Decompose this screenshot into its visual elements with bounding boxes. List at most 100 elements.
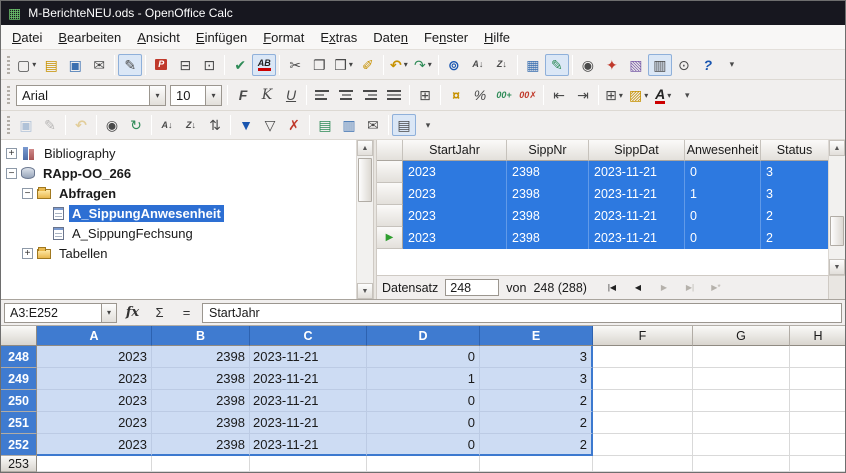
cell[interactable]: 2023-11-21 [250, 434, 367, 456]
grid-cell[interactable]: 0 [685, 227, 761, 249]
menu-bearbeiten[interactable]: Bearbeiten [50, 27, 129, 48]
dropdown-icon[interactable]: ▾ [205, 86, 221, 105]
menu-extras[interactable]: Extras [312, 27, 365, 48]
row-header[interactable]: 249 [1, 368, 37, 390]
cell[interactable]: 2023-11-21 [250, 412, 367, 434]
refresh-button[interactable]: ↻ [124, 114, 148, 136]
name-box[interactable]: A3:E252 ▾ [4, 303, 117, 323]
scrollbar-thumb[interactable] [830, 216, 844, 246]
cell[interactable] [367, 456, 480, 472]
align-left-button[interactable] [310, 84, 334, 106]
sum-button[interactable]: Σ [148, 303, 171, 323]
cell[interactable]: 2398 [152, 346, 250, 368]
row-header[interactable]: 253 [1, 456, 37, 472]
scroll-up-icon[interactable]: ▲ [829, 140, 845, 156]
help-button[interactable]: ? [696, 54, 720, 76]
add-decimal-button[interactable]: 00+ [492, 84, 516, 106]
align-justify-button[interactable] [382, 84, 406, 106]
show-draw-functions-button[interactable]: ✎ [545, 54, 569, 76]
cell[interactable]: 2023 [37, 346, 152, 368]
copy-button[interactable]: ❐ [307, 54, 331, 76]
print-button[interactable]: ⊟ [173, 54, 197, 76]
cell[interactable] [480, 456, 593, 472]
record-number-input[interactable]: 248 [445, 279, 499, 296]
column-header-b[interactable]: B [152, 326, 250, 346]
undo-data-entry-button[interactable]: ↶ [69, 114, 93, 136]
column-header-sippnr[interactable]: SippNr [507, 140, 589, 161]
paste-button[interactable]: ❒ [331, 54, 356, 76]
menu-datei[interactable]: Datei [4, 27, 50, 48]
cell[interactable] [790, 434, 845, 456]
underline-button[interactable]: U [279, 84, 303, 106]
cell[interactable] [593, 368, 693, 390]
column-header-c[interactable]: C [250, 326, 367, 346]
open-button[interactable]: ▤ [39, 54, 63, 76]
menu-ansicht[interactable]: Ansicht [129, 27, 188, 48]
next-record-button[interactable]: ▶ [654, 279, 673, 296]
cell[interactable]: 2398 [152, 434, 250, 456]
cell[interactable]: 2023 [37, 368, 152, 390]
menu-hilfe[interactable]: Hilfe [476, 27, 518, 48]
page-preview-button[interactable]: ⊡ [197, 54, 221, 76]
cell[interactable]: 0 [367, 346, 480, 368]
sort-button[interactable]: ⇅ [203, 114, 227, 136]
cell[interactable]: 2398 [152, 412, 250, 434]
formula-input[interactable]: StartJahr [202, 303, 842, 323]
menu-fenster[interactable]: Fenster [416, 27, 476, 48]
undo-button[interactable]: ↶ [387, 54, 411, 76]
background-color-button[interactable]: ▨ [626, 84, 651, 106]
grid-cell[interactable]: 2 [761, 227, 829, 249]
save-button[interactable]: ▣ [63, 54, 87, 76]
cell[interactable]: 2023-11-21 [250, 368, 367, 390]
tree-item-rapp-oo-266[interactable]: − RApp-OO_266 [1, 163, 356, 183]
dropdown-icon[interactable]: ▾ [149, 86, 165, 105]
cell[interactable] [593, 434, 693, 456]
column-header-sippdat[interactable]: SippDat [589, 140, 685, 161]
grid-cell[interactable]: 0 [685, 205, 761, 227]
first-record-button[interactable]: |◀ [602, 279, 621, 296]
cell[interactable] [37, 456, 152, 472]
grid-row[interactable]: 2023 2398 2023-11-21 0 2 [377, 205, 828, 227]
scroll-down-icon[interactable]: ▼ [357, 283, 373, 299]
tree-item-abfragen[interactable]: − Abfragen [1, 183, 356, 203]
grid-cell[interactable]: 2023 [403, 205, 507, 227]
edit-mode-button[interactable]: ✎ [118, 54, 142, 76]
zoom-button[interactable]: ⊙ [672, 54, 696, 76]
collapse-icon[interactable]: − [22, 188, 33, 199]
cell[interactable]: 3 [480, 368, 593, 390]
expand-icon[interactable]: + [6, 148, 17, 159]
toolbar-options-button[interactable]: ▾ [675, 84, 699, 106]
find-record-button[interactable]: ◉ [100, 114, 124, 136]
scrollbar-track[interactable] [829, 156, 845, 259]
cell[interactable] [693, 412, 790, 434]
row-header[interactable]: 251 [1, 412, 37, 434]
column-header-d[interactable]: D [367, 326, 480, 346]
cell[interactable] [693, 368, 790, 390]
grid-row[interactable]: 2023 2398 2023-11-21 0 3 [377, 161, 828, 183]
cell[interactable]: 2023-11-21 [250, 346, 367, 368]
cell[interactable] [790, 456, 845, 472]
font-size-combo[interactable]: 10▾ [170, 85, 222, 106]
number-percent-button[interactable]: % [468, 84, 492, 106]
cell[interactable] [593, 346, 693, 368]
row-handle[interactable] [377, 205, 403, 227]
data-to-text-button[interactable]: ▤ [313, 114, 337, 136]
font-name-combo[interactable]: Arial▾ [16, 85, 166, 106]
scroll-down-icon[interactable]: ▼ [829, 259, 845, 275]
name-box-dropdown-icon[interactable]: ▾ [101, 304, 116, 322]
insert-chart-button[interactable]: ▦ [521, 54, 545, 76]
cell[interactable]: 0 [367, 434, 480, 456]
row-header[interactable]: 248 [1, 346, 37, 368]
cell[interactable]: 1 [367, 368, 480, 390]
bold-button[interactable]: F [231, 84, 255, 106]
data-sources-button[interactable]: ▥ [648, 54, 672, 76]
sort-ascending-button[interactable]: A↓ [466, 54, 490, 76]
sort-descending-button[interactable]: Z↓ [179, 114, 203, 136]
tree-scrollbar[interactable]: ▲ ▼ [356, 140, 373, 299]
toolbar-options-button[interactable]: ▾ [416, 114, 440, 136]
row-header[interactable]: 250 [1, 390, 37, 412]
row-handle[interactable] [377, 161, 403, 183]
grid-cell[interactable]: 2398 [507, 227, 589, 249]
toolbar-grip[interactable] [7, 116, 10, 134]
new-document-button[interactable]: ▢ [14, 54, 39, 76]
